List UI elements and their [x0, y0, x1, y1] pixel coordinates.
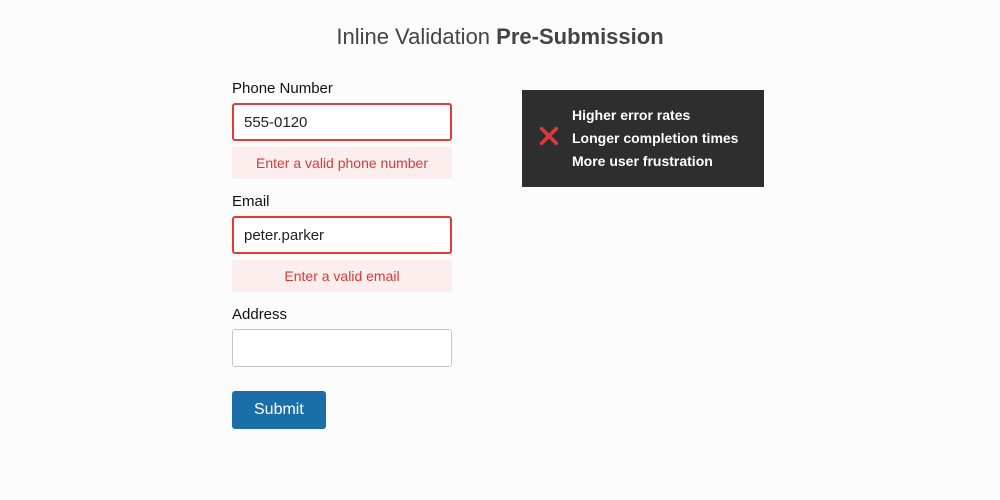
cross-icon: [538, 125, 560, 152]
phone-label: Phone Number: [232, 80, 452, 97]
address-field-group: Address: [232, 306, 452, 367]
validation-form: Phone Number Enter a valid phone number …: [232, 80, 452, 429]
phone-error-message: Enter a valid phone number: [232, 147, 452, 179]
phone-field-group: Phone Number Enter a valid phone number: [232, 80, 452, 179]
page-heading: Inline Validation Pre-Submission: [0, 24, 1000, 50]
email-label: Email: [232, 193, 452, 210]
email-input[interactable]: [232, 216, 452, 254]
negative-callout: Higher error rates Longer completion tim…: [522, 90, 764, 187]
email-field-group: Email Enter a valid email: [232, 193, 452, 292]
page-root: Inline Validation Pre-Submission Phone N…: [0, 0, 1000, 500]
callout-item: More user frustration: [572, 150, 738, 173]
content-row: Phone Number Enter a valid phone number …: [0, 80, 1000, 429]
heading-bold: Pre-Submission: [496, 24, 663, 49]
callout-item: Longer completion times: [572, 127, 738, 150]
phone-input[interactable]: [232, 103, 452, 141]
callout-item: Higher error rates: [572, 104, 738, 127]
email-error-message: Enter a valid email: [232, 260, 452, 292]
address-label: Address: [232, 306, 452, 323]
heading-prefix: Inline Validation: [336, 24, 496, 49]
callout-list: Higher error rates Longer completion tim…: [572, 104, 738, 173]
address-input[interactable]: [232, 329, 452, 367]
submit-button[interactable]: Submit: [232, 391, 326, 429]
